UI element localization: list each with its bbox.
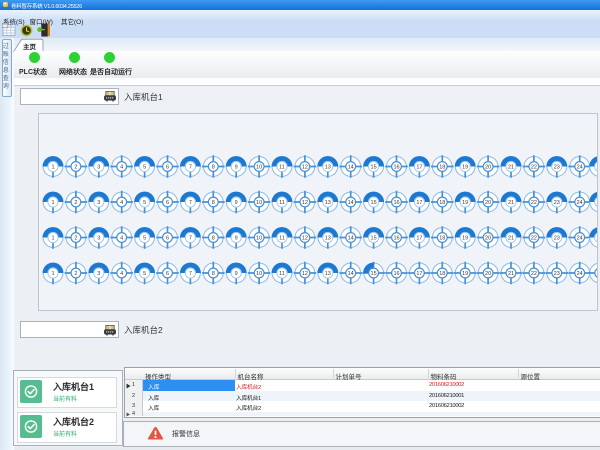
svg-text:21: 21 — [507, 164, 513, 170]
svg-text:17: 17 — [416, 200, 422, 206]
svg-text:19: 19 — [462, 235, 468, 241]
svg-text:13: 13 — [324, 200, 330, 206]
svg-text:10: 10 — [256, 235, 262, 241]
svg-text:9: 9 — [234, 164, 237, 170]
svg-text:17: 17 — [416, 235, 422, 241]
svg-text:23: 23 — [553, 200, 559, 206]
svg-text:10: 10 — [256, 271, 262, 277]
svg-text:12: 12 — [301, 164, 307, 170]
svg-text:20: 20 — [485, 235, 491, 241]
svg-text:5: 5 — [143, 271, 146, 277]
svg-text:15: 15 — [370, 164, 376, 170]
svg-text:8: 8 — [211, 271, 214, 277]
svg-text:8: 8 — [211, 164, 214, 170]
svg-text:3: 3 — [97, 164, 100, 170]
svg-text:18: 18 — [439, 200, 445, 206]
svg-text:3: 3 — [97, 235, 100, 241]
svg-text:20: 20 — [485, 200, 491, 206]
svg-text:22: 22 — [530, 164, 536, 170]
svg-text:11: 11 — [279, 271, 285, 277]
svg-text:20: 20 — [485, 271, 491, 277]
svg-text:2: 2 — [74, 271, 77, 277]
svg-text:2: 2 — [74, 164, 77, 170]
svg-text:2: 2 — [74, 235, 77, 241]
svg-text:8: 8 — [211, 200, 214, 206]
svg-text:4: 4 — [120, 235, 123, 241]
svg-text:2: 2 — [74, 200, 77, 206]
svg-text:9: 9 — [234, 271, 237, 277]
svg-text:13: 13 — [324, 271, 330, 277]
svg-text:23: 23 — [553, 164, 559, 170]
svg-text:6: 6 — [165, 200, 168, 206]
svg-text:1: 1 — [51, 200, 54, 206]
svg-text:24: 24 — [576, 235, 582, 241]
svg-text:3: 3 — [97, 271, 100, 277]
svg-text:22: 22 — [530, 235, 536, 241]
svg-text:21: 21 — [507, 200, 513, 206]
svg-text:21: 21 — [507, 271, 513, 277]
svg-text:1: 1 — [51, 235, 54, 241]
svg-text:19: 19 — [462, 200, 468, 206]
svg-text:1: 1 — [51, 271, 54, 277]
svg-text:13: 13 — [324, 235, 330, 241]
svg-text:11: 11 — [279, 200, 285, 206]
svg-text:21: 21 — [507, 235, 513, 241]
svg-text:16: 16 — [393, 200, 399, 206]
svg-text:15: 15 — [370, 271, 376, 277]
svg-text:3: 3 — [97, 200, 100, 206]
svg-text:16: 16 — [393, 271, 399, 277]
svg-text:6: 6 — [165, 235, 168, 241]
svg-text:24: 24 — [576, 164, 582, 170]
svg-text:23: 23 — [553, 271, 559, 277]
svg-text:7: 7 — [188, 271, 191, 277]
svg-text:10: 10 — [256, 200, 262, 206]
svg-text:8: 8 — [211, 235, 214, 241]
svg-text:5: 5 — [143, 200, 146, 206]
svg-text:14: 14 — [347, 235, 353, 241]
svg-text:9: 9 — [234, 200, 237, 206]
svg-text:16: 16 — [393, 235, 399, 241]
svg-text:17: 17 — [416, 271, 422, 277]
svg-text:15: 15 — [370, 200, 376, 206]
svg-text:23: 23 — [553, 235, 559, 241]
svg-text:18: 18 — [439, 235, 445, 241]
svg-text:11: 11 — [279, 235, 285, 241]
svg-text:9: 9 — [234, 235, 237, 241]
svg-text:22: 22 — [530, 271, 536, 277]
svg-text:7: 7 — [188, 164, 191, 170]
svg-text:16: 16 — [393, 164, 399, 170]
svg-text:5: 5 — [143, 164, 146, 170]
svg-text:4: 4 — [120, 271, 123, 277]
svg-text:14: 14 — [347, 200, 353, 206]
svg-text:17: 17 — [416, 164, 422, 170]
svg-text:22: 22 — [530, 200, 536, 206]
svg-text:14: 14 — [347, 271, 353, 277]
svg-text:18: 18 — [439, 271, 445, 277]
svg-text:12: 12 — [301, 235, 307, 241]
svg-text:6: 6 — [165, 164, 168, 170]
svg-text:4: 4 — [120, 164, 123, 170]
svg-text:18: 18 — [439, 164, 445, 170]
svg-text:7: 7 — [188, 235, 191, 241]
svg-text:12: 12 — [301, 271, 307, 277]
svg-text:6: 6 — [165, 271, 168, 277]
svg-text:1: 1 — [51, 164, 54, 170]
svg-text:4: 4 — [120, 200, 123, 206]
svg-text:24: 24 — [576, 271, 582, 277]
svg-text:11: 11 — [279, 164, 285, 170]
svg-text:10: 10 — [256, 164, 262, 170]
svg-text:14: 14 — [347, 164, 353, 170]
svg-text:19: 19 — [462, 164, 468, 170]
svg-text:13: 13 — [324, 164, 330, 170]
svg-text:12: 12 — [301, 200, 307, 206]
svg-text:20: 20 — [485, 164, 491, 170]
svg-text:19: 19 — [462, 271, 468, 277]
svg-text:7: 7 — [188, 200, 191, 206]
svg-text:15: 15 — [370, 235, 376, 241]
svg-text:24: 24 — [576, 200, 582, 206]
svg-text:5: 5 — [143, 235, 146, 241]
